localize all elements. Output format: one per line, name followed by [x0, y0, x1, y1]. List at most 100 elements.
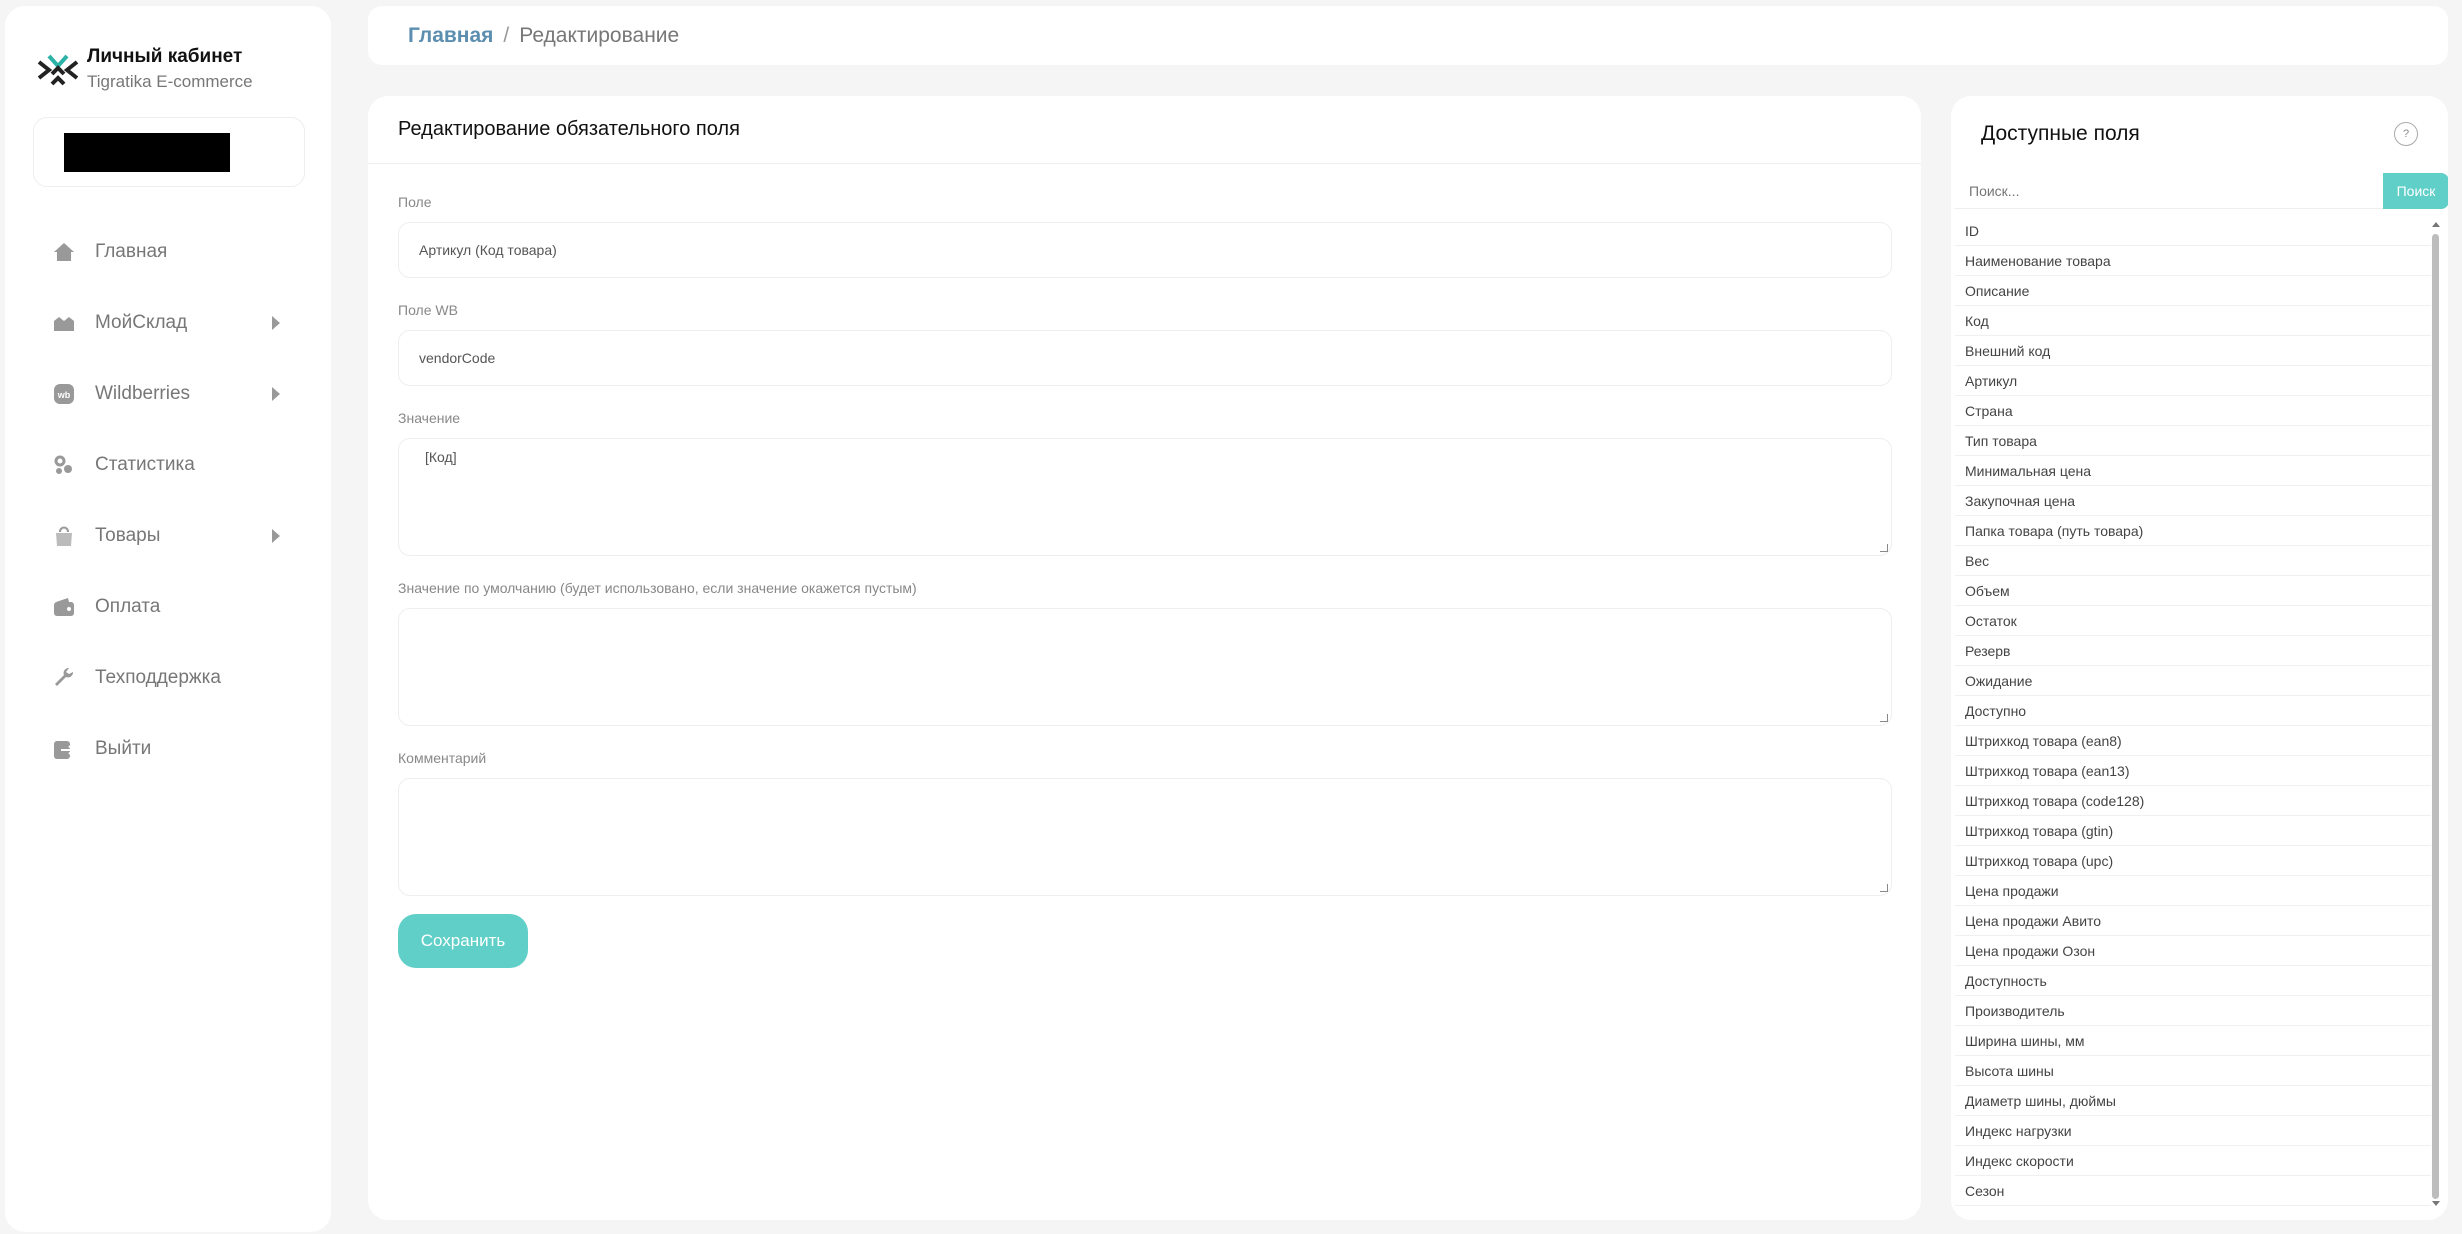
list-item[interactable]: Наименование товара — [1955, 246, 2431, 276]
list-item[interactable]: Цена продажи Озон — [1955, 936, 2431, 966]
sidebar-item-8[interactable]: Выйти — [5, 713, 331, 784]
sidebar-item-3[interactable]: wb Wildberries — [5, 358, 331, 429]
field-input[interactable]: Артикул (Код товара) — [398, 222, 1892, 278]
sidebar-item-label: Статистика — [95, 453, 195, 475]
sidebar-item-label: Выйти — [95, 737, 152, 759]
sidebar-item-label: Товары — [95, 524, 161, 546]
list-item[interactable]: Резерв — [1955, 636, 2431, 666]
sidebar-nav: Главная МойСклад wb Wildberries Статистика То… — [5, 216, 331, 784]
list-item[interactable]: Цена продажи Авито — [1955, 906, 2431, 936]
list-item[interactable]: Код — [1955, 306, 2431, 336]
breadcrumb-separator: / — [503, 23, 510, 47]
wrench-icon — [51, 665, 77, 691]
wb-icon: wb — [51, 381, 77, 407]
caret-right-icon[interactable] — [272, 529, 280, 543]
field-label: Поле — [398, 194, 432, 210]
list-item[interactable]: Тип товара — [1955, 426, 2431, 456]
sidebar-item-label: МойСклад — [95, 311, 188, 333]
list-item[interactable]: Вес — [1955, 546, 2431, 576]
brand-title: Личный кабинет — [87, 46, 243, 67]
sidebar-item-6[interactable]: Оплата — [5, 571, 331, 642]
logout-icon — [51, 736, 77, 762]
list-item[interactable]: Высота шины — [1955, 1056, 2431, 1086]
list-item[interactable]: Доступность — [1955, 966, 2431, 996]
default-value-textarea[interactable] — [398, 608, 1892, 726]
caret-right-icon[interactable] — [272, 387, 280, 401]
list-item[interactable]: Штрихкод товара (ean8) — [1955, 726, 2431, 756]
search-row: Поиск — [1955, 173, 2448, 209]
list-item[interactable]: Папка товара (путь товара) — [1955, 516, 2431, 546]
card-title: Редактирование обязательного поля — [368, 96, 1921, 164]
account-name-redacted — [64, 133, 230, 172]
sidebar: Личный кабинет Tigratika E-commerce Глав… — [5, 6, 331, 1232]
list-item[interactable]: Сезон — [1955, 1176, 2431, 1206]
resize-handle-icon[interactable] — [1880, 884, 1888, 892]
account-box[interactable] — [33, 117, 305, 187]
sidebar-item-label: Главная — [95, 240, 168, 262]
scroll-thumb[interactable] — [2432, 234, 2439, 1199]
warehouse-icon — [51, 310, 77, 336]
bag-icon — [51, 523, 77, 549]
search-button[interactable]: Поиск — [2383, 173, 2448, 209]
value-text: [Код] — [425, 449, 457, 465]
resize-handle-icon[interactable] — [1880, 544, 1888, 552]
available-fields-panel: Доступные поля ? Поиск IDНаименование то… — [1951, 96, 2448, 1220]
list-item[interactable]: Остаток — [1955, 606, 2431, 636]
sidebar-item-1[interactable]: Главная — [5, 216, 331, 287]
list-item[interactable]: Цена продажи — [1955, 876, 2431, 906]
wb-field-label: Поле WB — [398, 302, 458, 318]
list-item[interactable]: Ширина шины, мм — [1955, 1026, 2431, 1056]
sidebar-item-7[interactable]: Техподдержка — [5, 642, 331, 713]
comment-label: Комментарий — [398, 750, 487, 766]
scroll-up-arrow-icon[interactable] — [2432, 222, 2440, 227]
comment-textarea[interactable] — [398, 778, 1892, 896]
available-fields-list: ID Наименование товара Описание Код Внешний … — [1955, 216, 2431, 1206]
list-item[interactable]: Описание — [1955, 276, 2431, 306]
svg-text:wb: wb — [57, 390, 71, 400]
sidebar-item-2[interactable]: МойСклад — [5, 287, 331, 358]
statistics-icon — [51, 452, 77, 478]
list-item[interactable]: Внешний код — [1955, 336, 2431, 366]
list-item[interactable]: Производитель — [1955, 996, 2431, 1026]
list-item[interactable]: ID — [1955, 216, 2431, 246]
breadcrumb-home-link[interactable]: Главная — [408, 24, 493, 48]
help-icon[interactable]: ? — [2394, 122, 2418, 146]
default-value-label: Значение по умолчанию (будет использован… — [398, 580, 917, 596]
list-item[interactable]: Индекс нагрузки — [1955, 1116, 2431, 1146]
tiger-logo-icon — [37, 54, 79, 86]
edit-form: Поле Артикул (Код товара) Поле WB vendor… — [398, 194, 1892, 968]
search-input[interactable] — [1955, 173, 2385, 209]
wallet-icon — [51, 594, 77, 620]
sidebar-item-4[interactable]: Статистика — [5, 429, 331, 500]
panel-title: Доступные поля — [1981, 122, 2140, 145]
save-button[interactable]: Сохранить — [398, 914, 528, 968]
list-item[interactable]: Штрихкод товара (ean13) — [1955, 756, 2431, 786]
list-item[interactable]: Объем — [1955, 576, 2431, 606]
value-textarea[interactable]: [Код] — [398, 438, 1892, 556]
list-item[interactable]: Закупочная цена — [1955, 486, 2431, 516]
list-item[interactable]: Штрихкод товара (upc) — [1955, 846, 2431, 876]
value-label: Значение — [398, 410, 461, 426]
list-item[interactable]: Диаметр шины, дюймы — [1955, 1086, 2431, 1116]
home-icon — [51, 239, 77, 265]
wb-field-input[interactable]: vendorCode — [398, 330, 1892, 386]
list-item[interactable]: Минимальная цена — [1955, 456, 2431, 486]
brand[interactable]: Личный кабинет Tigratika E-commerce — [35, 44, 253, 94]
edit-field-card: Редактирование обязательного поля Поле А… — [368, 96, 1921, 1220]
list-item[interactable]: Артикул — [1955, 366, 2431, 396]
brand-subtitle: Tigratika E-commerce — [87, 72, 253, 91]
sidebar-item-label: Оплата — [95, 595, 161, 617]
caret-right-icon[interactable] — [272, 316, 280, 330]
scroll-down-arrow-icon[interactable] — [2432, 1201, 2440, 1206]
list-item[interactable]: Штрихкод товара (code128) — [1955, 786, 2431, 816]
scrollbar[interactable] — [2429, 216, 2443, 1210]
breadcrumb: Главная / Редактирование — [368, 6, 2448, 65]
list-item[interactable]: Ожидание — [1955, 666, 2431, 696]
resize-handle-icon[interactable] — [1880, 714, 1888, 722]
list-item[interactable]: Страна — [1955, 396, 2431, 426]
sidebar-item-label: Техподдержка — [95, 666, 221, 688]
list-item[interactable]: Индекс скорости — [1955, 1146, 2431, 1176]
sidebar-item-5[interactable]: Товары — [5, 500, 331, 571]
list-item[interactable]: Штрихкод товара (gtin) — [1955, 816, 2431, 846]
list-item[interactable]: Доступно — [1955, 696, 2431, 726]
